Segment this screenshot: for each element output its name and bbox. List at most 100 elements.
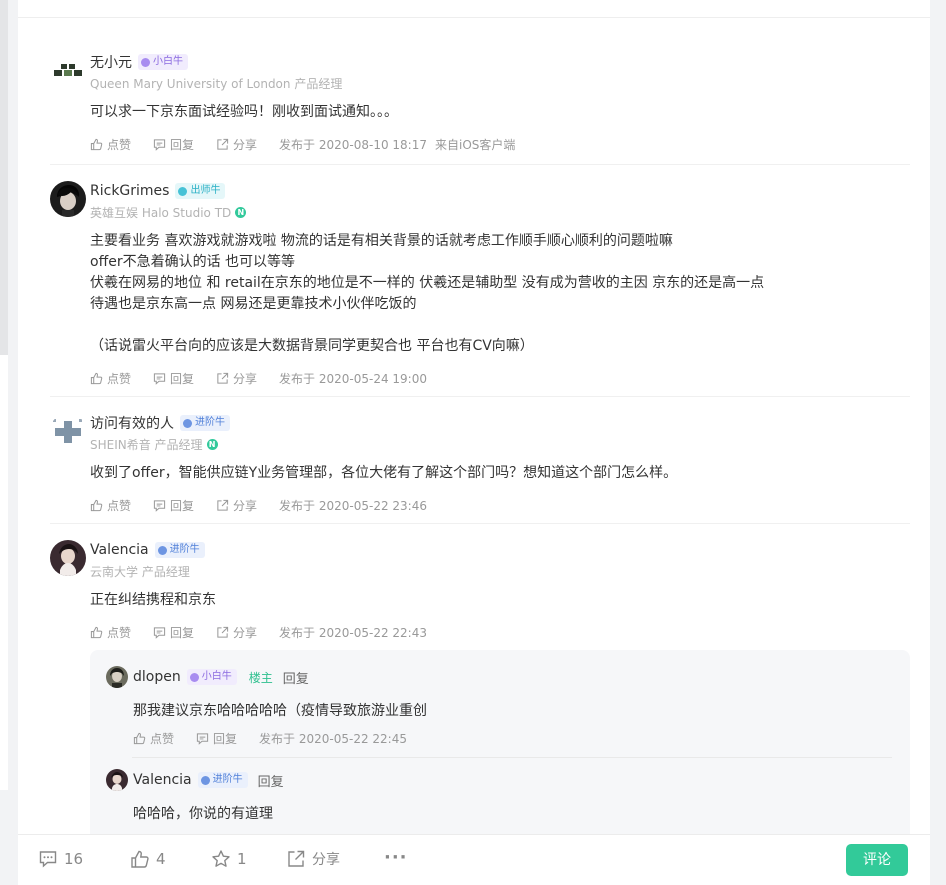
avatar-cross-icon — [50, 413, 86, 449]
share-icon — [217, 499, 229, 511]
comment-text: 主要看业务 喜欢游戏就游戏啦 物流的话是有相关背景的话就考虑工作顺手顺心顺利的问… — [90, 233, 765, 354]
post-time: 发布于 2020-05-24 19:00 — [279, 371, 427, 386]
client-source: 来自iOS客户端 — [435, 137, 516, 152]
level-badge: 小白牛 — [138, 54, 188, 70]
share-icon — [217, 626, 229, 638]
reply-text: 哈哈哈，你说的有道理 — [133, 806, 273, 822]
favorite-button[interactable]: 1 — [211, 849, 247, 869]
avatar[interactable] — [50, 413, 86, 449]
avatar[interactable] — [50, 181, 86, 217]
divider — [50, 164, 910, 165]
reply-button[interactable]: 回复 — [153, 370, 194, 387]
badge-icon — [141, 57, 150, 67]
left-scroll-area — [0, 0, 8, 790]
thumbs-up-icon — [90, 499, 103, 511]
star-icon — [212, 850, 230, 867]
comment-text: 可以求一下京东面试经验吗！刚收到面试通知。。。 — [90, 104, 398, 120]
previous-comment-cutoff: ••• •• •• •• •• — [18, 0, 930, 18]
username[interactable]: RickGrimes — [90, 183, 169, 199]
share-button[interactable]: 分享 — [216, 370, 257, 387]
comment-count: 16 — [64, 850, 84, 868]
share-label: 分享 — [233, 498, 258, 513]
reply-label: 回复 — [170, 625, 195, 640]
reply-text: 那我建议京东哈哈哈哈哈（疫情导致旅游业重创 — [133, 703, 427, 719]
username[interactable]: Valencia — [133, 772, 192, 788]
thumbs-up-icon — [90, 138, 103, 150]
avatar[interactable] — [50, 52, 86, 88]
reply-button[interactable]: 回复 — [153, 136, 194, 153]
user-subtitle: 云南大学 产品经理 — [90, 563, 910, 579]
level-badge: 小白牛 — [186, 669, 237, 685]
like-label: 点赞 — [107, 137, 132, 152]
level-badge: 进阶牛 — [180, 415, 230, 431]
level-badge: 出师牛 — [175, 183, 226, 199]
owner-tag: 楼主 — [248, 670, 273, 685]
username[interactable]: 无小元 — [90, 52, 132, 72]
like-label: 点赞 — [107, 498, 132, 513]
reply-bubble-icon — [153, 499, 166, 512]
username[interactable]: dlopen — [133, 669, 181, 685]
badge-label: 进阶牛 — [212, 774, 243, 785]
share-button[interactable]: 分享 — [286, 849, 340, 869]
badge-label: 进阶牛 — [195, 417, 225, 428]
reply-bubble-icon — [153, 626, 166, 639]
reply-bubble-icon — [153, 372, 166, 385]
like-button[interactable]: 点赞 — [90, 624, 131, 641]
comment-panel: ••• •• •• •• •• 无小元 小白牛 Queen Mary Unive… — [18, 0, 930, 884]
user-school: 云南大学 产品经理 — [90, 564, 190, 579]
favorite-count: 1 — [237, 850, 247, 868]
share-label: 分享 — [233, 137, 258, 152]
comment-count-button[interactable]: 16 — [38, 849, 83, 869]
divider — [50, 523, 910, 524]
comment-button[interactable]: 评论 — [846, 844, 908, 876]
badge-icon — [189, 672, 199, 682]
reply-label: 回复 — [170, 371, 195, 386]
reply-label: 回复 — [213, 732, 238, 746]
like-button[interactable]: 点赞 — [90, 370, 131, 387]
avatar[interactable] — [106, 666, 128, 688]
comment-icon — [39, 851, 57, 868]
reply-button[interactable]: 回复 — [196, 730, 237, 747]
like-button[interactable]: 点赞 — [90, 136, 131, 153]
divider — [132, 757, 892, 758]
share-button[interactable]: 分享 — [216, 136, 257, 153]
badge-icon — [200, 775, 210, 785]
share-label: 分享 — [312, 852, 340, 868]
share-button[interactable]: 分享 — [216, 624, 257, 641]
badge-label: 出师牛 — [190, 185, 221, 196]
user-school: Queen Mary University of London 产品经理 — [90, 76, 343, 91]
reply-link[interactable]: 回复 — [258, 771, 284, 790]
reply-button[interactable]: 回复 — [153, 624, 194, 641]
like-button[interactable]: 点赞 — [133, 730, 174, 747]
badge-icon — [183, 418, 192, 428]
reply-button[interactable]: 回复 — [153, 497, 194, 514]
share-button[interactable]: 分享 — [216, 497, 257, 514]
post-time: 发布于 2020-05-22 22:45 — [259, 732, 407, 746]
verified-icon: N — [235, 206, 247, 218]
username[interactable]: Valencia — [90, 542, 149, 558]
reply-bubble-icon — [196, 733, 209, 745]
share-icon — [288, 850, 305, 867]
user-subtitle: 英雄互娱 Halo Studio TD N — [90, 204, 910, 220]
reply-link[interactable]: 回复 — [283, 668, 309, 687]
like-count-button[interactable]: 4 — [130, 849, 166, 869]
avatar[interactable] — [106, 769, 128, 791]
like-button[interactable]: 点赞 — [90, 497, 131, 514]
divider — [50, 396, 910, 397]
avatar[interactable] — [50, 540, 86, 576]
comment-text: 收到了offer，智能供应链Y业务管理部，各位大佬有了解这个部门吗？想知道这个部… — [90, 465, 678, 481]
badge-label: 小白牛 — [201, 671, 232, 682]
avatar-portrait-icon — [106, 769, 128, 791]
more-button[interactable]: ··· — [384, 847, 408, 868]
cutoff-actions: ••• •• •• •• •• — [90, 0, 198, 6]
scroll-shade — [0, 0, 8, 355]
username[interactable]: 访问有效的人 — [90, 413, 174, 433]
user-company: 英雄互娱 Halo Studio TD — [90, 205, 232, 220]
level-badge: 进阶牛 — [154, 542, 205, 558]
avatar-portrait-icon — [50, 181, 86, 217]
level-badge: 进阶牛 — [197, 772, 248, 788]
thumbs-up-icon — [90, 626, 103, 638]
user-subtitle: Queen Mary University of London 产品经理 — [90, 75, 910, 91]
share-icon — [217, 138, 229, 150]
like-count: 4 — [156, 850, 166, 868]
